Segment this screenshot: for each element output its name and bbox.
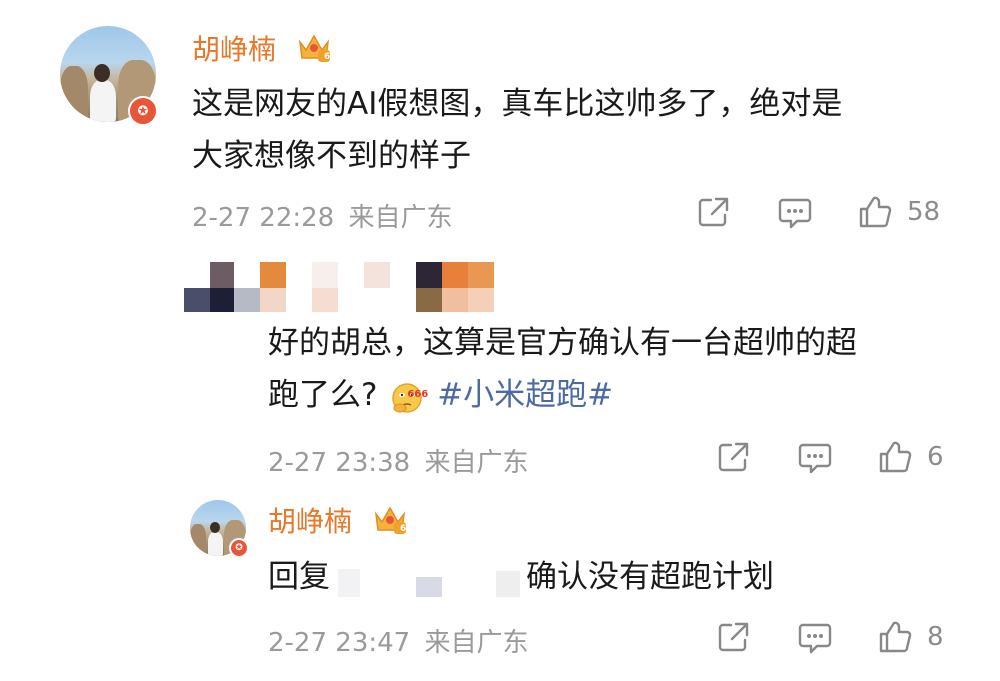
username[interactable]: 胡峥楠 xyxy=(192,28,276,68)
reply-meta: 2-27 23:47 来自广东 xyxy=(268,628,529,658)
hashtag-link[interactable]: #小米超跑# xyxy=(437,377,613,413)
pixelated-mention xyxy=(330,559,526,599)
thumbs-up-icon[interactable] xyxy=(877,619,913,655)
like-count: 58 xyxy=(907,197,941,227)
comment-icon[interactable] xyxy=(797,441,833,475)
share-icon[interactable] xyxy=(717,620,751,654)
reply-text: 好的胡总，这算是官方确认有一台超帅的超 跑了么? 666 #小米超跑# xyxy=(268,325,857,415)
like-count: 8 xyxy=(927,622,944,652)
thumbs-up-icon[interactable] xyxy=(857,194,893,230)
verified-badge-icon: ✪ xyxy=(128,96,158,126)
reply-text: 回复 确认没有超跑计划 xyxy=(268,551,968,603)
level-badge: 6 xyxy=(400,524,407,534)
comment-icon[interactable] xyxy=(797,621,833,655)
thinking-666-emoji-icon: 666 xyxy=(389,379,428,415)
level-badge: 6 xyxy=(324,52,331,62)
reply-meta: 2-27 23:38 来自广东 xyxy=(268,448,529,478)
username[interactable]: 胡峥楠 xyxy=(268,500,352,540)
comment-text: 这是网友的AI假想图，真车比这帅多了，绝对是 大家想像不到的样子 xyxy=(192,86,843,174)
verified-badge-icon: ✪ xyxy=(229,538,249,558)
thumbs-up-icon[interactable] xyxy=(877,439,913,475)
comment-icon[interactable] xyxy=(777,196,813,230)
like-count: 6 xyxy=(927,442,944,472)
share-icon[interactable] xyxy=(717,440,751,474)
share-icon[interactable] xyxy=(697,195,731,229)
comment-meta: 2-27 22:28 来自广东 xyxy=(192,203,453,233)
